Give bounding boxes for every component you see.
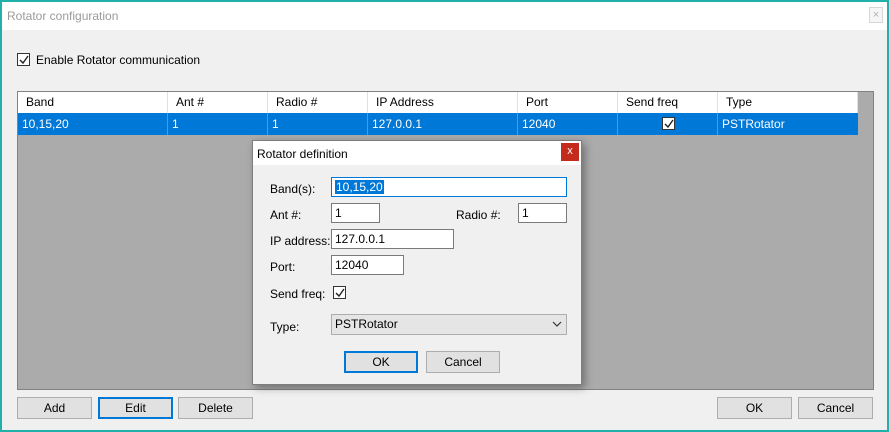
add-button[interactable]: Add [17,397,92,419]
port-label: Port: [270,260,296,274]
chevron-down-icon [552,315,562,341]
dialog-titlebar: Rotator definition x [253,141,581,165]
table-row[interactable]: 10,15,20 1 1 127.0.0.1 12040 PSTRotator [18,113,858,135]
cell-band[interactable]: 10,15,20 [18,113,168,135]
checkmark-icon [335,288,345,298]
ant-label: Ant #: [270,208,302,222]
window-titlebar: Rotator configuration × [2,2,887,30]
column-header-send-freq[interactable]: Send freq [618,92,718,113]
ok-button[interactable]: OK [717,397,792,419]
cancel-button[interactable]: Cancel [798,397,873,419]
cell-send-freq[interactable] [618,113,718,135]
window-close-button[interactable]: × [869,7,883,23]
ip-address-input[interactable]: 127.0.0.1 [331,229,454,249]
ant-input[interactable]: 1 [331,203,380,223]
edit-button[interactable]: Edit [98,397,173,419]
ip-address-label: IP address: [270,234,331,248]
cell-type[interactable]: PSTRotator [718,113,858,135]
delete-button[interactable]: Delete [178,397,253,419]
dialog-cancel-button[interactable]: Cancel [426,351,500,373]
enable-rotator-label[interactable]: Enable Rotator communication [36,53,200,67]
send-freq-checkbox[interactable] [333,286,346,299]
bands-input[interactable]: 10,15,20 [331,177,567,197]
radio-input[interactable]: 1 [518,203,567,223]
column-header-band[interactable]: Band [18,92,168,113]
cell-ip-address[interactable]: 127.0.0.1 [368,113,518,135]
dialog-ok-button[interactable]: OK [344,351,418,373]
radio-label: Radio #: [456,208,501,222]
enable-rotator-checkbox[interactable] [17,53,30,66]
checkmark-icon [19,55,29,65]
column-header-ant[interactable]: Ant # [168,92,268,113]
column-header-port[interactable]: Port [518,92,618,113]
column-header-ip-address[interactable]: IP Address [368,92,518,113]
send-freq-label: Send freq: [270,287,326,301]
checkmark-icon [664,119,674,129]
port-input[interactable]: 12040 [331,255,404,275]
cell-ant[interactable]: 1 [168,113,268,135]
type-label: Type: [270,320,300,334]
rotator-definition-dialog: Rotator definition x Band(s): 10,15,20 A… [252,140,582,385]
dialog-close-button[interactable]: x [561,143,579,161]
dialog-title: Rotator definition [257,147,348,161]
table-header: Band Ant # Radio # IP Address Port Send … [18,92,858,113]
rotator-configuration-window: Rotator configuration × Enable Rotator c… [0,0,889,432]
window-title: Rotator configuration [7,9,119,23]
bands-label: Band(s): [270,182,316,196]
cell-port[interactable]: 12040 [518,113,618,135]
cell-radio[interactable]: 1 [268,113,368,135]
type-select-value: PSTRotator [335,317,398,331]
bands-input-value: 10,15,20 [335,180,384,194]
column-header-type[interactable]: Type [718,92,858,113]
column-header-radio[interactable]: Radio # [268,92,368,113]
send-freq-cell-checkbox[interactable] [662,117,675,130]
type-select[interactable]: PSTRotator [331,314,567,335]
